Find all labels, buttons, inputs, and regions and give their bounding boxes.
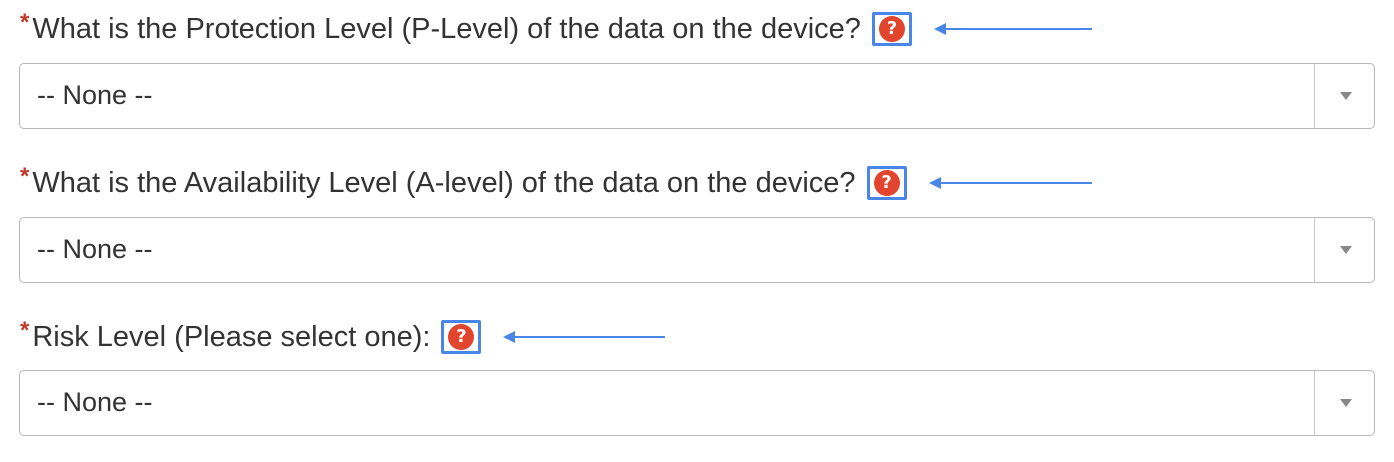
availability-level-selected-value: -- None -- (37, 234, 153, 264)
risk-level-select[interactable]: -- None -- (19, 370, 1375, 436)
protection-level-label-row: * What is the Protection Level (P-Level)… (20, 9, 1094, 49)
required-asterisk: * (20, 317, 30, 344)
protection-level-label: What is the Protection Level (P-Level) o… (32, 13, 861, 45)
required-asterisk: * (20, 9, 30, 36)
required-asterisk: * (20, 163, 30, 190)
chevron-down-icon[interactable] (1340, 92, 1352, 100)
chevron-down-icon[interactable] (1340, 399, 1352, 407)
protection-level-select[interactable]: -- None -- (19, 63, 1375, 129)
availability-level-label-row: * What is the Availability Level (A-leve… (20, 163, 1094, 203)
question-circle-icon[interactable]: ? (873, 170, 900, 196)
risk-level-selected-value: -- None -- (37, 387, 153, 417)
risk-assessment-form: * What is the Protection Level (P-Level)… (0, 0, 1394, 462)
select-divider (1313, 371, 1315, 435)
question-circle-icon[interactable]: ? (448, 324, 475, 350)
availability-level-help-highlight: ? (866, 166, 907, 200)
annotation-arrow-icon (933, 23, 1092, 35)
risk-level-label-row: * Risk Level (Please select one): ? (20, 317, 667, 357)
select-divider (1313, 64, 1315, 128)
availability-level-select[interactable]: -- None -- (19, 217, 1375, 283)
annotation-arrow-icon (928, 177, 1092, 189)
chevron-down-icon[interactable] (1340, 246, 1352, 254)
select-divider (1313, 218, 1315, 282)
protection-level-help-highlight: ? (871, 12, 912, 46)
availability-level-label: What is the Availability Level (A-level)… (32, 167, 856, 199)
annotation-arrow-icon (503, 331, 666, 343)
question-circle-icon[interactable]: ? (878, 16, 905, 42)
protection-level-selected-value: -- None -- (37, 80, 153, 110)
risk-level-label: Risk Level (Please select one): (32, 321, 431, 353)
risk-level-help-highlight: ? (441, 320, 482, 354)
